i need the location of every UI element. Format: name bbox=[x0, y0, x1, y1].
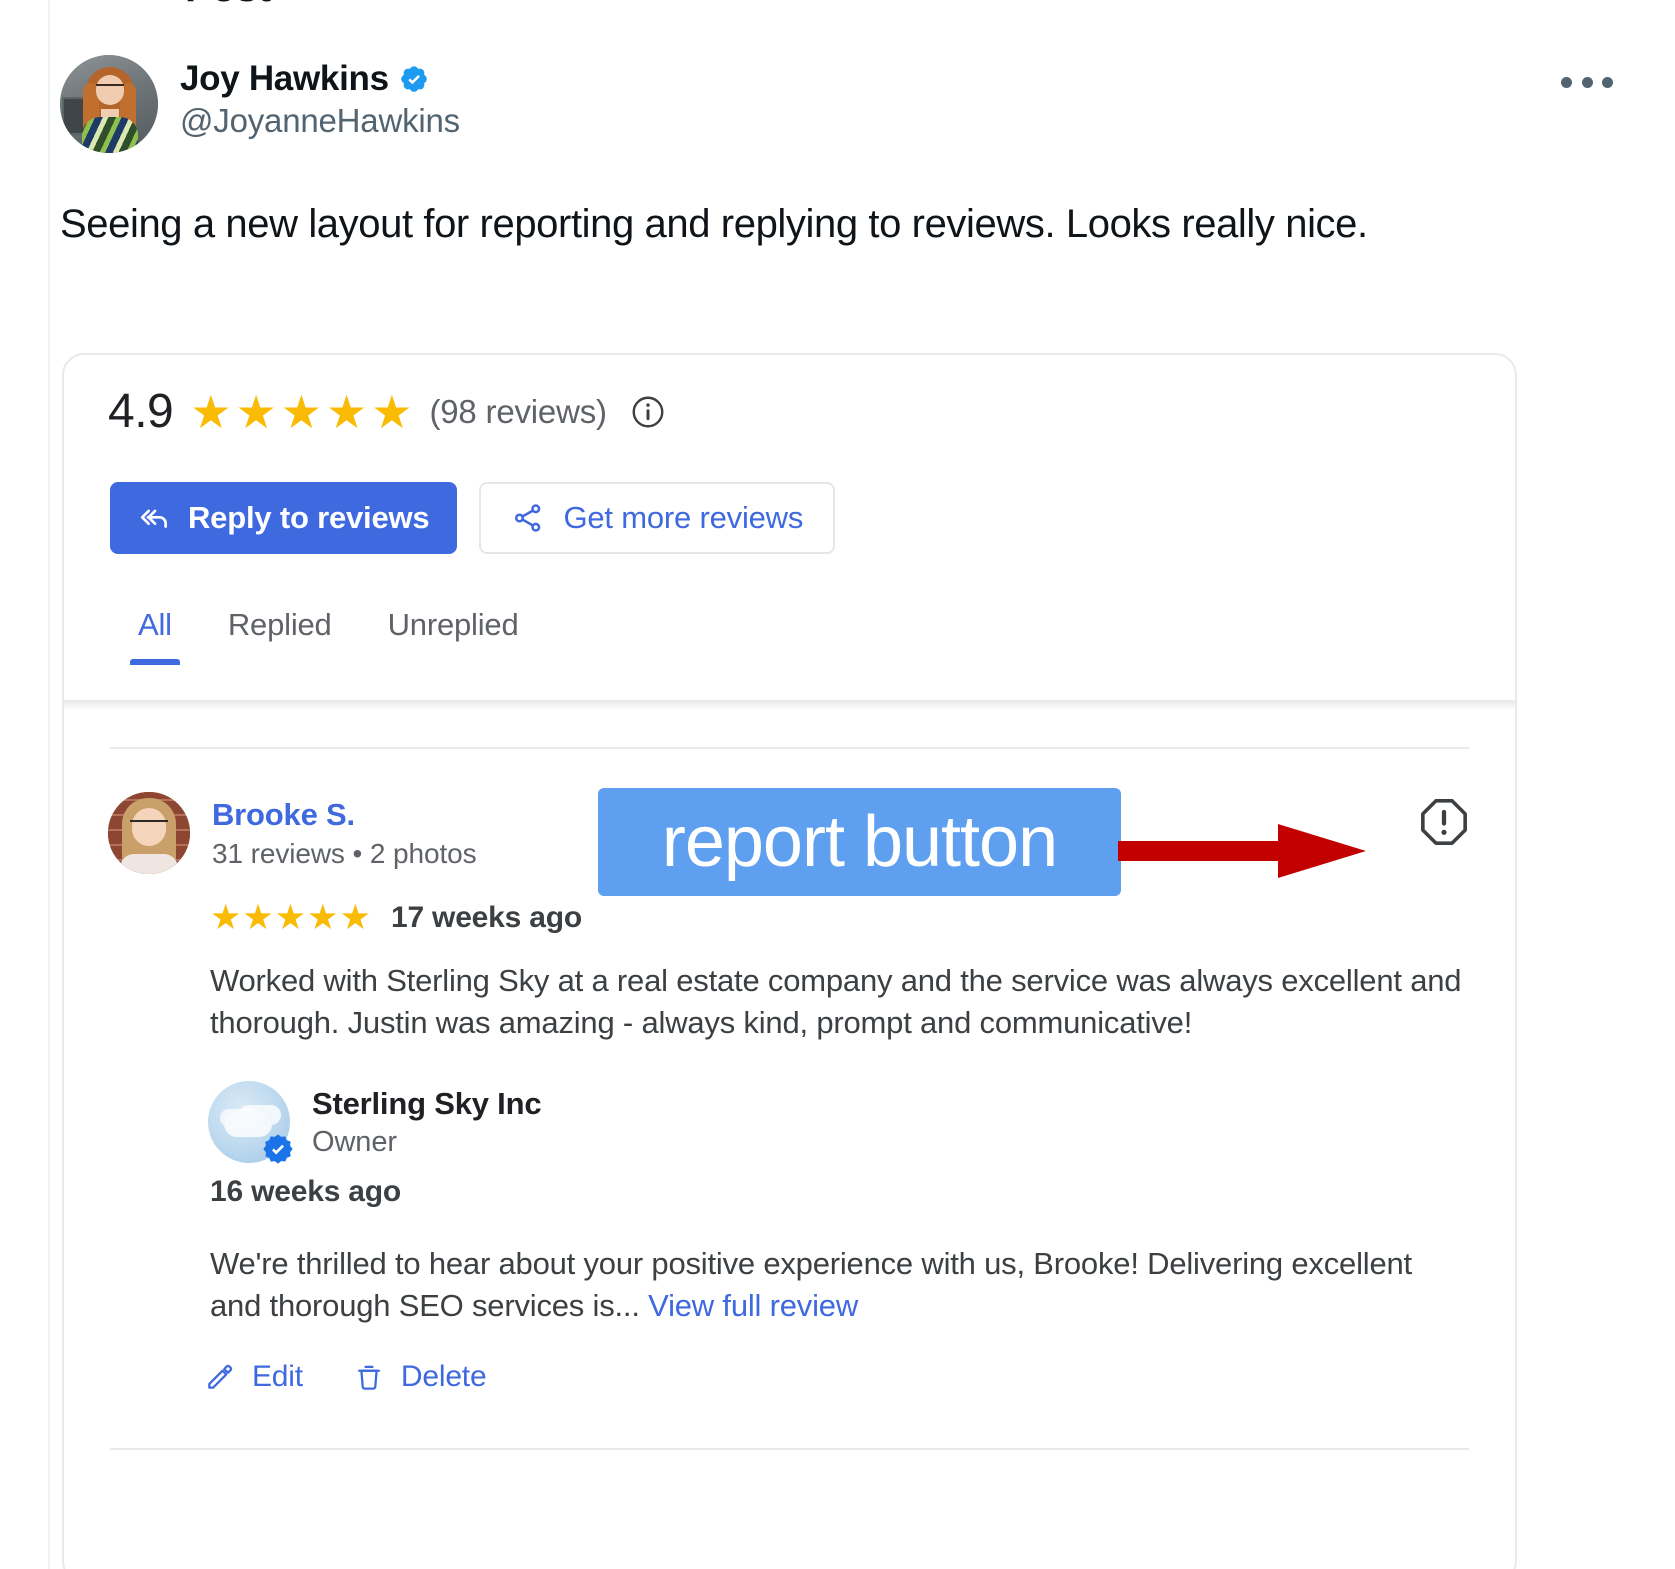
author-text: Joy Hawkins @JoyanneHawkins bbox=[180, 55, 460, 140]
rating-value: 4.9 bbox=[108, 385, 174, 438]
tab-replied[interactable]: Replied bbox=[200, 607, 360, 665]
info-icon[interactable] bbox=[630, 394, 666, 430]
trash-icon bbox=[357, 1365, 380, 1390]
star-icon: ★ bbox=[235, 386, 277, 438]
delete-reply-label: Delete bbox=[400, 1360, 487, 1393]
reviewer-avatar[interactable] bbox=[108, 792, 190, 874]
tabs-shadow bbox=[64, 702, 1515, 710]
review-date: 17 weeks ago bbox=[390, 900, 583, 934]
star-icon: ★ bbox=[242, 898, 274, 937]
reviewer-row: Brooke S. 31 reviews • 2 photos bbox=[108, 792, 477, 874]
review-count-label: (98 reviews) bbox=[429, 393, 607, 430]
post-body-text: Seeing a new layout for reporting and re… bbox=[60, 202, 1368, 246]
review-divider bbox=[110, 747, 1469, 749]
rating-stars: ★ ★ ★ ★ ★ bbox=[190, 389, 412, 435]
business-avatar bbox=[208, 1081, 293, 1164]
review-rating-row: ★ ★ ★ ★ ★ 17 weeks ago bbox=[210, 900, 582, 935]
author-handle: @JoyanneHawkins bbox=[180, 102, 460, 140]
thread-rule bbox=[48, 0, 50, 1569]
get-more-reviews-label: Get more reviews bbox=[563, 500, 804, 535]
star-icon: ★ bbox=[210, 898, 242, 937]
reply-action-row: Edit Delete bbox=[204, 1360, 487, 1394]
review-divider-bottom bbox=[110, 1448, 1469, 1450]
owner-verified-icon bbox=[263, 1134, 293, 1164]
reply-text-container: We're thrilled to hear about your positi… bbox=[210, 1243, 1455, 1327]
star-icon: ★ bbox=[280, 386, 322, 438]
star-icon: ★ bbox=[371, 386, 413, 438]
right-arrow-icon bbox=[1118, 824, 1366, 878]
tab-all[interactable]: All bbox=[110, 607, 200, 665]
edit-reply-label: Edit bbox=[252, 1360, 303, 1393]
post-container: Post Joy Hawkins @JoyanneHawkins bbox=[0, 0, 1675, 1569]
page-title: Post bbox=[185, 0, 271, 11]
star-icon: ★ bbox=[274, 898, 307, 937]
star-icon: ★ bbox=[325, 386, 368, 438]
pencil-icon bbox=[208, 1364, 233, 1389]
review-text: Worked with Sterling Sky at a real estat… bbox=[210, 963, 1462, 1041]
get-more-reviews-button[interactable]: Get more reviews bbox=[479, 482, 836, 554]
avatar[interactable] bbox=[60, 55, 158, 153]
share-icon bbox=[515, 504, 541, 532]
reply-date: 16 weeks ago bbox=[210, 1175, 402, 1208]
author-row: Joy Hawkins @JoyanneHawkins bbox=[60, 55, 1615, 155]
reply-all-icon bbox=[140, 509, 167, 528]
reply-to-reviews-label: Reply to reviews bbox=[188, 500, 430, 535]
business-name: Sterling Sky Inc bbox=[312, 1085, 542, 1121]
google-reviews-card: 4.9 ★ ★ ★ ★ ★ (98 reviews) Reply to revi… bbox=[62, 353, 1517, 1569]
reviewer-name[interactable]: Brooke S. bbox=[212, 797, 477, 833]
annotation-highlight: report button bbox=[598, 788, 1121, 896]
star-icon: ★ bbox=[307, 898, 339, 937]
report-icon[interactable] bbox=[1417, 795, 1471, 849]
tab-unreplied[interactable]: Unreplied bbox=[360, 607, 547, 665]
view-full-review-link[interactable]: View full review bbox=[648, 1288, 858, 1323]
verified-badge-icon bbox=[400, 65, 427, 92]
star-icon: ★ bbox=[339, 898, 371, 937]
annotation-label: report button bbox=[661, 802, 1058, 882]
delete-reply-button[interactable]: Delete bbox=[353, 1360, 487, 1394]
rating-summary: 4.9 ★ ★ ★ ★ ★ (98 reviews) bbox=[108, 388, 666, 436]
owner-reply-header: Sterling Sky Inc Owner bbox=[208, 1081, 542, 1164]
reply-to-reviews-button[interactable]: Reply to reviews bbox=[110, 482, 458, 554]
edit-reply-button[interactable]: Edit bbox=[204, 1360, 303, 1394]
review-stars: ★ ★ ★ ★ ★ bbox=[210, 900, 371, 935]
author-name[interactable]: Joy Hawkins bbox=[180, 59, 389, 98]
reviewer-stats: 31 reviews • 2 photos bbox=[212, 837, 477, 869]
star-icon: ★ bbox=[190, 386, 232, 438]
review-filter-tabs: All Replied Unreplied bbox=[110, 607, 546, 665]
more-options-icon[interactable] bbox=[1557, 62, 1617, 102]
business-role: Owner bbox=[312, 1125, 397, 1158]
review-actions: Reply to reviews Get more reviews bbox=[110, 482, 836, 554]
